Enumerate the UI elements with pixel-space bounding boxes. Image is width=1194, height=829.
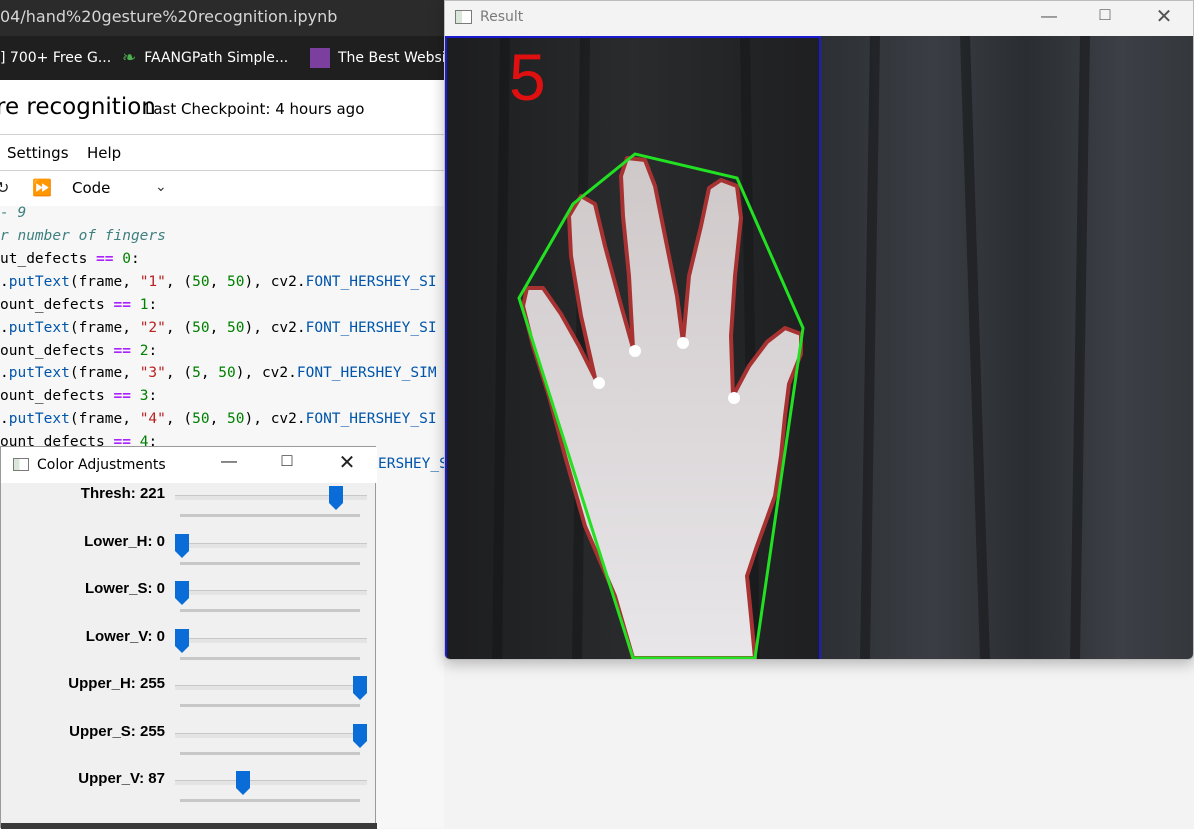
chevron-down-icon[interactable]: ⌄ [155, 178, 167, 195]
code-line: ut_defects == 0: [0, 251, 140, 267]
slider-thumb[interactable] [353, 676, 367, 700]
bookmark-label: ] 700+ Free G... [0, 50, 112, 66]
checkpoint-status: Last Checkpoint: 4 hours ago [145, 100, 365, 118]
slider-scale-line [180, 657, 360, 660]
slider-label: Lower_S: 0 [84, 580, 165, 597]
slider-upper-v[interactable]: Upper_V: 87 [1, 770, 377, 816]
window-titlebar[interactable]: Color Adjustments — □ ✕ [1, 447, 377, 483]
slider-label: Upper_H: 255 [68, 675, 165, 692]
slider-label: Lower_V: 0 [85, 628, 165, 645]
maximize-icon[interactable]: □ [275, 450, 299, 471]
browser-url-bar[interactable]: 04/hand%20gesture%20recognition.ipynb [0, 0, 444, 36]
bookmark-item[interactable]: ] 700+ Free G... [0, 36, 111, 80]
app-icon [455, 10, 472, 24]
code-line: ount_defects == 1: [0, 297, 158, 313]
menu-settings[interactable]: Settings [7, 144, 69, 162]
bookmark-item[interactable]: The Best Websit [310, 36, 444, 80]
notebook-title[interactable]: re recognition [0, 94, 156, 120]
slider-scale-line [180, 514, 360, 517]
slider-thumb[interactable] [329, 486, 344, 510]
leaf-icon: ❧ [122, 48, 137, 68]
code-line: .putText(frame, "3", (5, 50), cv2.FONT_H… [0, 365, 437, 381]
code-line: .putText(frame, "1", (50, 50), cv2.FONT_… [0, 274, 437, 290]
app-icon [13, 458, 29, 471]
code-line: .putText(frame, "4", (50, 50), cv2.FONT_… [0, 411, 437, 427]
slider-upper-h[interactable]: Upper_H: 255 [1, 675, 377, 721]
slider-thumb[interactable] [175, 581, 189, 605]
url-text: 04/hand%20gesture%20recognition.ipynb [0, 7, 338, 26]
window-title: Color Adjustments [37, 457, 166, 473]
menu-help[interactable]: Help [87, 144, 121, 162]
bookmarks-bar: ] 700+ Free G... ❧ FAANGPath Simple... T… [0, 36, 444, 80]
slider-lower-v[interactable]: Lower_V: 0 [1, 628, 377, 674]
window-title: Result [480, 9, 524, 25]
slider-thumb[interactable] [175, 534, 189, 558]
code-line: ount_defects == 3: [0, 388, 158, 404]
minimize-icon[interactable]: — [217, 453, 241, 471]
slider-scale-line [180, 562, 360, 565]
close-icon[interactable]: ✕ [1152, 4, 1176, 29]
defect-point [629, 345, 641, 357]
slider-track[interactable] [175, 638, 367, 643]
slider-lower-h[interactable]: Lower_H: 0 [1, 533, 377, 579]
notebook-menu-bar: Settings Help [0, 135, 444, 171]
slider-thumb[interactable] [175, 629, 189, 653]
finger-count-text: 5 [509, 40, 546, 114]
window-titlebar[interactable]: Result — □ ✕ [445, 1, 1193, 36]
slider-scale-line [180, 799, 360, 802]
slider-thumb[interactable] [235, 771, 250, 795]
restart-icon[interactable]: ↻ [0, 178, 9, 198]
slider-track[interactable] [175, 733, 367, 738]
code-line: ERSHEY_SI [378, 456, 444, 472]
maximize-icon[interactable]: □ [1093, 4, 1117, 25]
slider-track[interactable] [175, 780, 367, 785]
slider-label: Upper_S: 255 [69, 723, 165, 740]
close-icon[interactable]: ✕ [335, 450, 359, 475]
slider-label: Upper_V: 87 [78, 770, 165, 787]
slider-thumb[interactable] [353, 724, 367, 748]
result-window: Result — □ ✕ 5 [444, 0, 1194, 660]
color-adjustments-window: Color Adjustments — □ ✕ Thresh: 221 Lower… [0, 446, 377, 829]
bookmark-item[interactable]: ❧ FAANGPath Simple... [122, 36, 288, 80]
code-line: r number of fingers [0, 228, 166, 244]
slider-track[interactable] [175, 590, 367, 595]
slider-label: Thresh: 221 [80, 485, 165, 502]
defect-point [677, 337, 689, 349]
run-all-icon[interactable]: ⏩ [32, 178, 52, 198]
slider-scale-line [180, 609, 360, 612]
slider-track[interactable] [175, 543, 367, 548]
code-line: .putText(frame, "2", (50, 50), cv2.FONT_… [0, 320, 437, 336]
window-bottom-border [1, 823, 377, 829]
code-line: - 9 [0, 205, 27, 221]
minimize-icon[interactable]: — [1037, 8, 1061, 26]
purple-tile-icon [310, 48, 330, 68]
slider-scale-line [180, 704, 360, 707]
defect-point [728, 392, 740, 404]
slider-upper-s[interactable]: Upper_S: 255 [1, 723, 377, 769]
slider-label: Lower_H: 0 [84, 533, 165, 550]
code-line: ount_defects == 2: [0, 343, 158, 359]
bookmark-label: FAANGPath Simple... [144, 50, 289, 66]
cell-type-select[interactable]: Code [72, 179, 110, 197]
notebook-header: re recognition Last Checkpoint: 4 hours … [0, 80, 444, 135]
camera-frame: 5 [445, 36, 1193, 659]
defect-point [593, 377, 605, 389]
slider-lower-s[interactable]: Lower_S: 0 [1, 580, 377, 626]
bookmark-label: The Best Websit [338, 50, 444, 66]
slider-scale-line [180, 752, 360, 755]
slider-track[interactable] [175, 685, 367, 690]
slider-thresh[interactable]: Thresh: 221 [1, 485, 377, 531]
